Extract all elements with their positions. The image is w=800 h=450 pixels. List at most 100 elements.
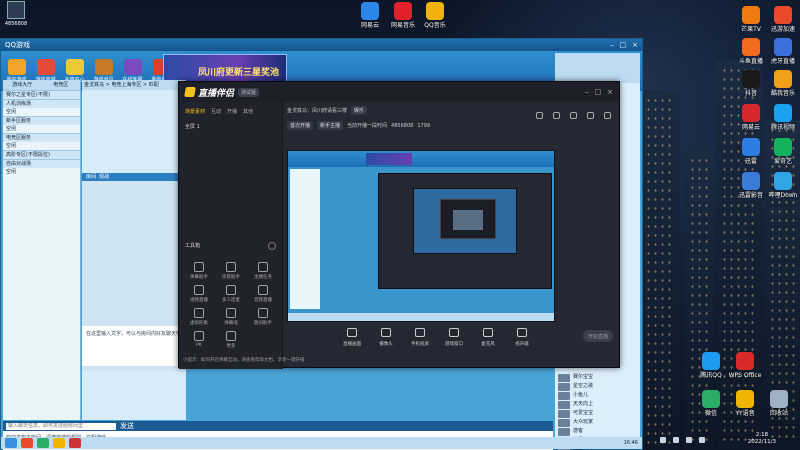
tool-item[interactable]: 歌词助手 [247,308,279,326]
source-control[interactable]: 扬声器 [509,328,535,347]
lock-icon[interactable] [553,112,560,119]
tab-other[interactable]: 其他 [243,108,253,115]
tool-label: 多人连麦 [222,298,240,303]
desktop-icon-wps[interactable]: WPS Office [724,352,766,379]
tree-item[interactable]: 高阶专区(不限段位) [3,150,80,159]
tool-item[interactable]: 更多 [215,331,247,349]
game-statusbar: 16:46 [1,437,642,449]
tool-item[interactable]: 音频直播 [247,285,279,303]
more-icon[interactable] [268,242,276,250]
battery-icon[interactable] [686,437,692,443]
desktop-icon-right[interactable]: 迅游加速 [762,6,800,33]
desktop-icon-label: 爱奇艺 [773,158,792,165]
friend-item[interactable]: 可爱宝宝 [555,409,640,418]
tree-item[interactable]: 空闲 [3,168,80,176]
desktop-icon-right[interactable]: 爱奇艺 [762,138,800,165]
tool-label: 歌词助手 [254,321,272,326]
tree-item[interactable]: 自由对战场 [3,159,80,168]
taskbar-app-icon[interactable] [21,438,33,448]
share-icon[interactable] [604,112,611,119]
tool-item[interactable]: 视频直播 [183,285,215,303]
tab-scene[interactable]: 场景素材 [185,108,205,115]
maximize-icon[interactable]: □ [620,41,627,49]
copy-icon[interactable] [570,112,577,119]
tree-item[interactable]: 电竞区服务 [3,133,80,142]
category-chip[interactable]: 娱乐 [351,106,368,115]
desktop-icon-right[interactable]: 酷我音乐 [762,70,800,97]
source-control[interactable]: 手机投屏 [407,328,433,347]
tool-label: 更多 [226,344,236,349]
app-icon [774,138,792,156]
taskbar-app-icon[interactable] [5,438,17,448]
friend-item[interactable]: 天天向上 [555,400,640,409]
tool-item[interactable]: 弹幕墙 [215,308,247,326]
minimize-icon[interactable]: – [610,41,614,49]
source-label: 麦克风 [481,342,495,347]
toolbox-title: 工具箱 [185,243,201,249]
minimize-icon[interactable]: – [585,88,589,96]
tool-item[interactable]: 虚拟形象 [183,308,215,326]
room-action-icons [536,112,611,119]
friend-item[interactable]: 小鱼儿 [555,391,640,400]
desktop-icon-right[interactable]: 腾讯视频 [762,104,800,131]
desktop-icon-recycle-bin[interactable]: 回收站 [758,390,800,417]
tool-item[interactable]: 房管助手 [215,262,247,280]
tool-item[interactable]: PK [183,331,215,349]
ime-icon[interactable] [699,437,705,443]
close-icon[interactable]: × [607,88,613,96]
desktop-icon-label: 哔哩Down [768,192,798,199]
gift-icon[interactable] [536,112,543,119]
room-chat-box[interactable]: 在这里输入文字，可以与房间内好友聊天哦 [82,326,186,366]
scene-item[interactable]: 全屏 1 [179,115,282,138]
tool-item[interactable]: 多人连麦 [215,285,247,303]
friend-item[interactable]: 星空之歌 [555,382,640,391]
tree-item[interactable]: 赛尔之星专区(不限) [3,90,80,99]
tree-item[interactable]: 空闲 [3,108,80,116]
network-icon[interactable] [660,437,666,443]
tab-esports[interactable]: 电竞区 [42,80,81,90]
send-button[interactable]: 发送 [120,421,134,431]
live-preview[interactable] [287,150,555,322]
preview-side-strip [557,150,617,322]
tab-room[interactable]: 房间 [86,173,96,181]
desktop-shortcut-id[interactable]: 4856808 [0,0,32,36]
source-control[interactable]: 麦克风 [475,328,501,347]
tab-interact[interactable]: 互动 [211,108,221,115]
wechat-icon [702,390,720,408]
tool-label: 虚拟形象 [190,321,208,326]
desktop-icon-right[interactable]: 虎牙直播 [762,38,800,65]
follower-count: 1799 [417,122,431,129]
tool-label: 音频直播 [254,298,272,303]
tree-item[interactable]: 人机训练场 [3,99,80,108]
tab-watch[interactable]: 观战 [99,173,109,181]
close-icon[interactable]: × [632,41,638,49]
tab-start[interactable]: 开播 [227,108,237,115]
desktop-icon-3[interactable]: QQ音乐 [414,2,456,29]
friend-item[interactable]: 游客 [555,427,640,436]
taskbar-clock[interactable]: 2:18 2022/11/3 [748,432,776,446]
tree-item[interactable]: 空闲 [3,142,80,150]
taskbar-app-icon[interactable] [69,438,81,448]
friend-item[interactable]: 赛尔宝宝 [555,373,640,382]
source-control[interactable]: 游戏窗口 [441,328,467,347]
source-control[interactable]: 直播画面 [339,328,365,347]
desktop-icon-right[interactable]: 哔哩Down [762,172,800,199]
tree-item[interactable]: 新手区服务 [3,116,80,125]
chat-input[interactable] [6,422,116,430]
source-control[interactable]: 摄像头 [373,328,399,347]
tab-lobby[interactable]: 游戏大厅 [3,80,42,90]
room-id: 4856808 [391,122,414,129]
desktop-icon-label: 虎牙直播 [770,58,795,65]
start-live-button[interactable]: 开始直播 [583,330,613,342]
taskbar-app-icon[interactable] [37,438,49,448]
tool-item[interactable]: 主播任务 [247,262,279,280]
tool-item[interactable]: 弹幕助手 [183,262,215,280]
tree-item[interactable]: 空闲 [3,125,80,133]
taskbar-app-icon[interactable] [53,438,65,448]
volume-icon[interactable] [673,437,679,443]
friend-item[interactable]: 大众玩家 [555,418,640,427]
app-icon [426,2,444,20]
maximize-icon[interactable]: □ [595,88,602,96]
bell-icon[interactable] [587,112,594,119]
room-name[interactable]: 金戈铁马：凤川府请看三楼 [287,107,347,114]
